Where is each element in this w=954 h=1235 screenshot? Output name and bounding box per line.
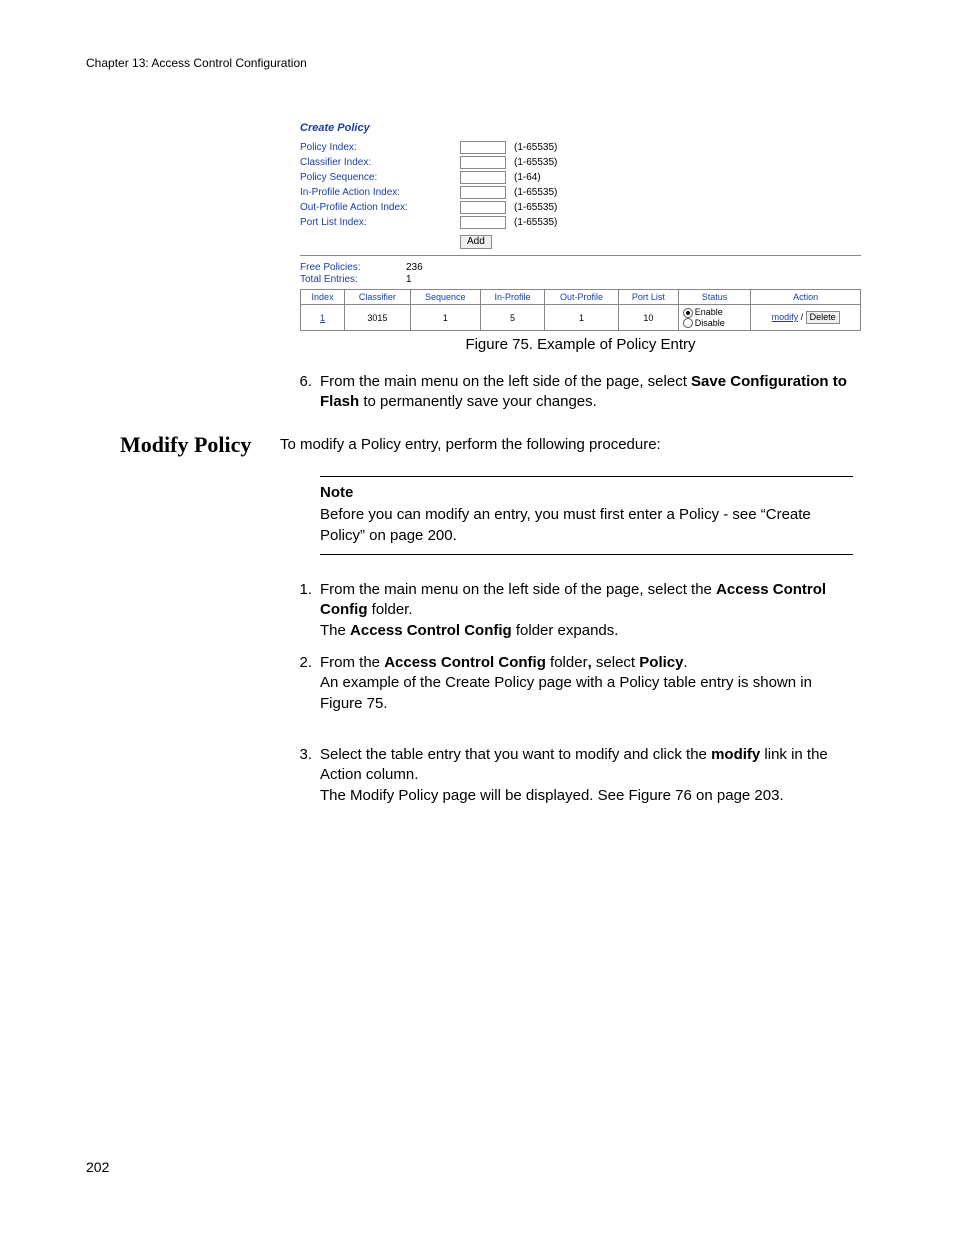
step-1-number: 1. (280, 580, 320, 641)
step-2-bold-2: Policy (639, 654, 683, 671)
note-box: Note Before you can modify an entry, you… (280, 476, 853, 555)
chapter-header: Chapter 13: Access Control Configuration (86, 56, 307, 70)
step-2-number: 2. (280, 653, 320, 714)
step-3-bold-1: modify (711, 746, 760, 763)
input-classifier-index[interactable] (460, 156, 506, 169)
input-port-list-index[interactable] (460, 216, 506, 229)
label-classifier-index: Classifier Index: (300, 157, 460, 168)
label-out-profile-action-index: Out-Profile Action Index: (300, 202, 460, 213)
panel-title: Create Policy (300, 122, 861, 134)
hint-policy-sequence: (1-64) (514, 172, 541, 183)
cell-in-profile: 5 (481, 305, 545, 331)
step-1-text-1: From the main menu on the left side of t… (320, 581, 716, 598)
row-total-entries: Total Entries: 1 (300, 274, 861, 285)
th-index: Index (301, 290, 345, 305)
step-6: 6. From the main menu on the left side o… (280, 372, 853, 413)
row-port-list-index: Port List Index: (1-65535) (300, 215, 861, 229)
label-policy-sequence: Policy Sequence: (300, 172, 460, 183)
radio-disable[interactable] (683, 318, 693, 328)
step-3-text-1: Select the table entry that you want to … (320, 746, 711, 763)
input-in-profile-action-index[interactable] (460, 186, 506, 199)
hint-in-profile-action-index: (1-65535) (514, 187, 557, 198)
note-body: Before you can modify an entry, you must… (320, 505, 853, 546)
step-2: 2. From the Access Control Config folder… (280, 653, 853, 714)
label-in-profile-action-index: In-Profile Action Index: (300, 187, 460, 198)
cell-classifier: 3015 (345, 305, 410, 331)
step-3-number: 3. (280, 745, 320, 806)
row-out-profile-action-index: Out-Profile Action Index: (1-65535) (300, 200, 861, 214)
delete-button[interactable]: Delete (806, 311, 840, 324)
label-free-policies: Free Policies: (300, 262, 406, 273)
figure-create-policy: Create Policy Policy Index: (1-65535) Cl… (300, 122, 861, 331)
hint-port-list-index: (1-65535) (514, 217, 557, 228)
hint-classifier-index: (1-65535) (514, 157, 557, 168)
th-sequence: Sequence (410, 290, 480, 305)
value-total-entries: 1 (406, 274, 412, 285)
section-heading-modify-policy: Modify Policy (120, 432, 251, 458)
step-6-number: 6. (280, 372, 320, 413)
figure-caption: Figure 75. Example of Policy Entry (300, 336, 861, 353)
hint-policy-index: (1-65535) (514, 142, 557, 153)
step-2-line2: An example of the Create Policy page wit… (320, 674, 812, 711)
step-2-bold-1: Access Control Config (384, 654, 546, 671)
th-status: Status (678, 290, 751, 305)
th-out-profile: Out-Profile (545, 290, 619, 305)
step-6-text-2: to permanently save your changes. (359, 393, 597, 410)
step-2-text-2: folder (546, 654, 588, 671)
input-policy-index[interactable] (460, 141, 506, 154)
step-2-text-3: select (592, 654, 640, 671)
row-classifier-index: Classifier Index: (1-65535) (300, 155, 861, 169)
step-3: 3. Select the table entry that you want … (280, 745, 853, 806)
page-number: 202 (86, 1159, 109, 1175)
add-button[interactable]: Add (460, 235, 492, 249)
note-top-rule (320, 476, 853, 477)
intro-text: To modify a Policy entry, perform the fo… (280, 435, 853, 455)
label-total-entries: Total Entries: (300, 274, 406, 285)
radio-enable[interactable] (683, 308, 693, 318)
step-6-text-1: From the main menu on the left side of t… (320, 373, 691, 390)
th-in-profile: In-Profile (481, 290, 545, 305)
step-2-text-4: . (683, 654, 687, 671)
th-port-list: Port List (619, 290, 679, 305)
row-policy-sequence: Policy Sequence: (1-64) (300, 170, 861, 184)
label-policy-index: Policy Index: (300, 142, 460, 153)
th-classifier: Classifier (345, 290, 410, 305)
step-2-text-1: From the (320, 654, 384, 671)
step-1-line2b: Access Control Config (350, 622, 512, 639)
modify-link[interactable]: modify (772, 312, 799, 322)
cell-index-link[interactable]: 1 (320, 313, 325, 323)
policy-table: Index Classifier Sequence In-Profile Out… (300, 289, 861, 331)
label-disable: Disable (695, 318, 725, 328)
table-row: 1 3015 1 5 1 10 Enable Disable modify / … (301, 305, 861, 331)
label-port-list-index: Port List Index: (300, 217, 460, 228)
row-policy-index: Policy Index: (1-65535) (300, 140, 861, 154)
step-1-line2a: The (320, 622, 350, 639)
step-1: 1. From the main menu on the left side o… (280, 580, 853, 641)
cell-sequence: 1 (410, 305, 480, 331)
th-action: Action (751, 290, 861, 305)
cell-out-profile: 1 (545, 305, 619, 331)
step-1-line2c: folder expands. (512, 622, 619, 639)
step-3-line2: The Modify Policy page will be displayed… (320, 787, 784, 804)
label-enable: Enable (695, 307, 723, 317)
note-bottom-rule (320, 554, 853, 555)
table-header-row: Index Classifier Sequence In-Profile Out… (301, 290, 861, 305)
row-free-policies: Free Policies: 236 (300, 262, 861, 273)
cell-port-list: 10 (619, 305, 679, 331)
value-free-policies: 236 (406, 262, 423, 273)
note-title: Note (320, 483, 853, 503)
divider (300, 255, 861, 256)
row-in-profile-action-index: In-Profile Action Index: (1-65535) (300, 185, 861, 199)
step-1-text-2: folder. (367, 601, 412, 618)
hint-out-profile-action-index: (1-65535) (514, 202, 557, 213)
input-policy-sequence[interactable] (460, 171, 506, 184)
input-out-profile-action-index[interactable] (460, 201, 506, 214)
